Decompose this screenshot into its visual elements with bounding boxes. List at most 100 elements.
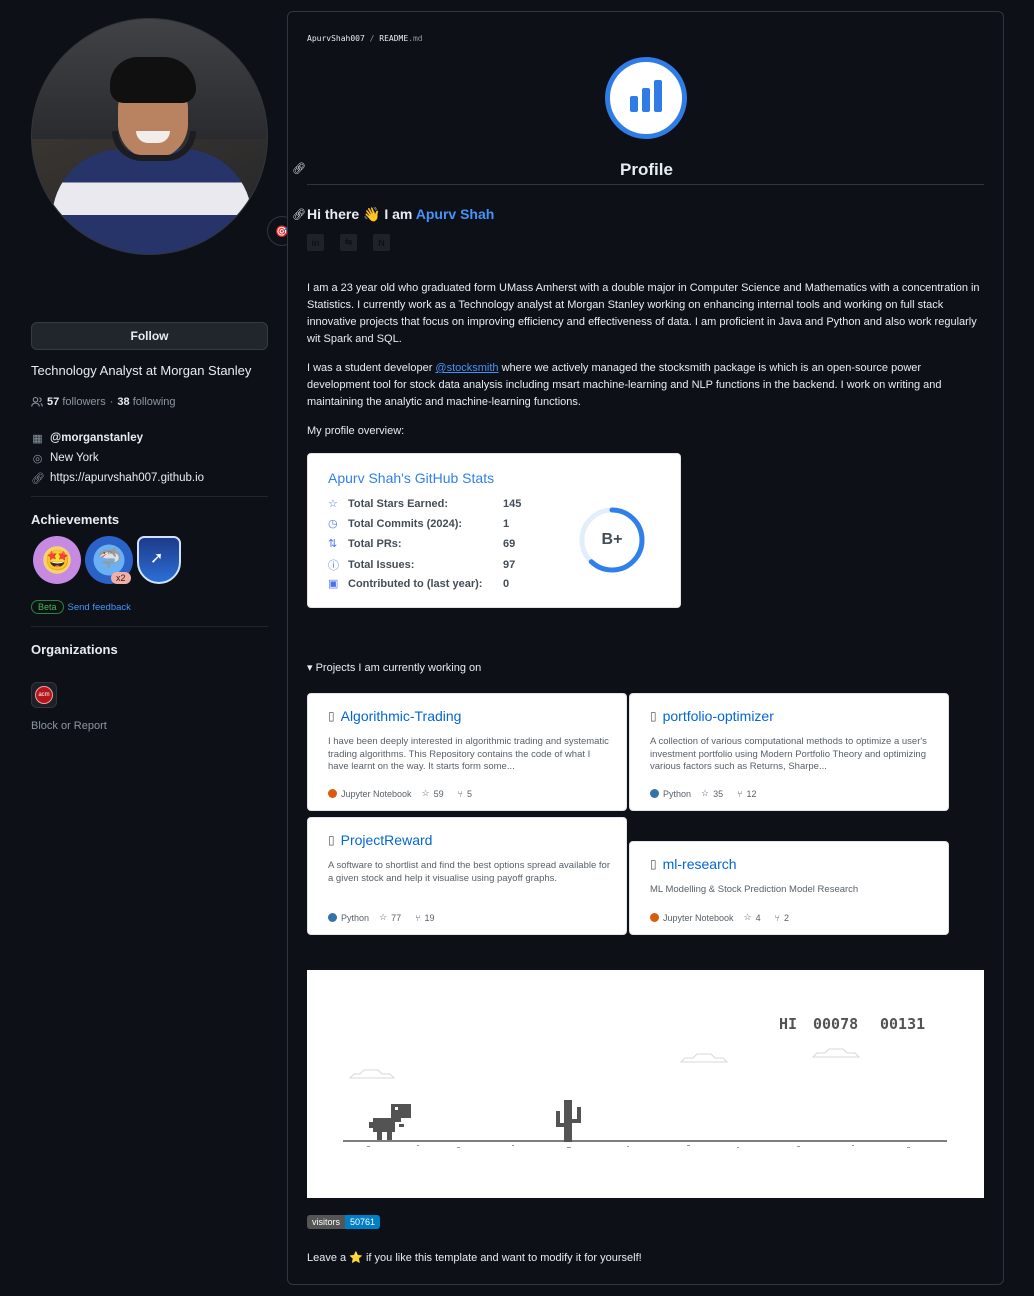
people-icon: [31, 396, 43, 407]
avatar-hair: [110, 57, 196, 103]
repo-meta: Python ☆ 35 ⑂ 12: [650, 788, 757, 799]
stats-row: ▣ Contributed to (last year): 0: [328, 577, 509, 591]
dino-game[interactable]: HI 00078 00131: [307, 970, 984, 1198]
stats-label: Total Commits (2024):: [348, 517, 463, 530]
repo-name[interactable]: Algorithmic-Trading: [341, 708, 462, 724]
stocksmith-link[interactable]: @stocksmith: [435, 362, 498, 374]
notion-icon[interactable]: N: [373, 234, 390, 251]
repo-description: I have been deeply interested in algorit…: [328, 736, 609, 772]
greeting-name: Apurv Shah: [415, 206, 495, 222]
repo-stars: 35: [713, 788, 724, 799]
repo-stars: 59: [433, 788, 444, 799]
logo-bar: [654, 80, 662, 112]
profile-bio: Technology Analyst at Morgan Stanley: [31, 363, 252, 378]
stats-row: ☆ Total Stars Earned: 145: [328, 497, 522, 511]
stats-value: 97: [503, 559, 516, 571]
logo-bar: [642, 88, 650, 112]
divider: [31, 626, 268, 627]
shark-icon: 🦈: [97, 548, 122, 570]
block-report-link[interactable]: Block or Report: [31, 720, 107, 732]
achievements-title: Achievements: [31, 512, 120, 527]
divider: [31, 496, 268, 497]
cloud: [348, 1069, 396, 1079]
visitors-label: visitors: [307, 1215, 346, 1229]
website-link[interactable]: https://apurvshah007.github.io: [50, 472, 204, 484]
social-links: in ⇋ N: [307, 234, 390, 251]
link-icon: 🔗︎: [31, 472, 45, 485]
organization-acm[interactable]: acm: [31, 682, 57, 708]
location-text: New York: [50, 452, 99, 464]
company-link[interactable]: @morganstanley: [50, 432, 143, 444]
dino-game-scene: HI 00078 00131: [343, 1015, 947, 1148]
followers-link[interactable]: 57 followers: [47, 396, 106, 408]
repo-title: ▯ Algorithmic-Trading: [328, 708, 461, 724]
visitors-count: 50761: [345, 1215, 381, 1229]
starstruck-icon: 🤩: [45, 550, 70, 572]
breadcrumb-user[interactable]: ApurvShah007: [307, 34, 365, 43]
repo-language: Python: [341, 912, 370, 923]
repo-name[interactable]: ProjectReward: [341, 832, 433, 848]
repo-meta: Jupyter Notebook ☆ 4 ⑂ 2: [650, 912, 789, 923]
follow-button[interactable]: Follow: [31, 322, 268, 350]
star-icon: ☆: [328, 498, 338, 510]
send-feedback-link[interactable]: Send feedback: [68, 602, 131, 613]
repo-name[interactable]: ml-research: [663, 856, 737, 872]
profile-chart-logo: [605, 57, 687, 139]
anchor-link-icon[interactable]: 🔗︎: [292, 208, 306, 221]
logo-bar: [630, 96, 638, 112]
achievement-arctic-badge[interactable]: ➚: [137, 536, 181, 584]
achievement-starstruck-badge[interactable]: 🤩: [33, 536, 81, 584]
stats-value: 69: [503, 537, 516, 550]
leave-star-note: Leave a ⭐ if you like this template and …: [307, 1251, 642, 1264]
cloud: [679, 1053, 729, 1063]
repo-forks: 19: [424, 912, 435, 923]
greeting-prefix: Hi there: [307, 206, 360, 222]
repo-icon: ▯: [650, 709, 657, 723]
freecodecamp-icon[interactable]: ⇋: [340, 234, 357, 251]
dino-icon: [369, 1104, 411, 1140]
stats-row: ⇅ Total PRs: 69: [328, 537, 516, 551]
stats-title: Apurv Shah's GitHub Stats: [328, 470, 495, 486]
repo-language: Jupyter Notebook: [341, 788, 412, 799]
repo-name[interactable]: portfolio-optimizer: [663, 708, 774, 724]
repo-language: Python: [663, 788, 692, 799]
profile-heading: Profile: [620, 160, 673, 179]
breadcrumb-file[interactable]: README: [379, 34, 408, 43]
company-row: ▦ @morganstanley: [31, 428, 204, 448]
stats-value: 1: [503, 517, 510, 530]
repo-forks: 5: [467, 788, 473, 799]
repo-card-portfolio-optimizer[interactable]: ▯ portfolio-optimizer A collection of var…: [629, 693, 949, 811]
repo-forks: 12: [746, 788, 757, 799]
followers-label: followers: [62, 396, 106, 408]
avatar[interactable]: [31, 18, 268, 255]
github-stats-card[interactable]: Apurv Shah's GitHub Stats ☆ Total Stars E…: [307, 453, 681, 608]
stats-value: 145: [503, 497, 522, 510]
leave-prefix: Leave a: [307, 1252, 347, 1264]
profile-sidebar: 🎯 Follow Technology Analyst at Morgan St…: [31, 18, 297, 732]
star-icon: ☆: [379, 912, 388, 922]
repo-card-algorithmic-trading[interactable]: ▯ Algorithmic-Trading I have been deeply …: [307, 693, 627, 811]
hi-label: HI: [779, 1015, 797, 1033]
linkedin-icon[interactable]: in: [307, 234, 324, 251]
repo-icon: ▯: [328, 709, 335, 723]
organizations-title: Organizations: [31, 642, 118, 657]
stats-label: Contributed to (last year):: [348, 577, 483, 590]
pull-request-icon: ⇅: [328, 538, 338, 550]
repo-card-projectreward[interactable]: ▯ ProjectReward A software to shortlist a…: [307, 817, 627, 935]
rank-grade: B+: [601, 531, 623, 548]
following-link[interactable]: 38 following: [117, 396, 175, 408]
ground-speckles: [367, 1145, 910, 1148]
rocket-icon: ➚: [150, 550, 164, 567]
repo-card-ml-research[interactable]: ▯ ml-research ML Modelling & Stock Predic…: [629, 841, 949, 935]
language-dot: [650, 789, 659, 798]
projects-summary-toggle[interactable]: ▾ Projects I am currently working on: [307, 661, 481, 674]
hi-score: 00078: [813, 1015, 858, 1033]
repo-title: ▯ ml-research: [650, 856, 737, 872]
heading-rule: [307, 184, 984, 185]
stats-label: Total Issues:: [348, 559, 415, 571]
repo-description: ML Modelling & Stock Prediction Model Re…: [650, 884, 859, 895]
greeting-iam: I am: [384, 206, 413, 222]
visitors-badge: visitors 50761: [307, 1215, 381, 1229]
separator: ·: [109, 396, 114, 408]
repo-description: A software to shortlist and find the bes…: [328, 860, 610, 884]
